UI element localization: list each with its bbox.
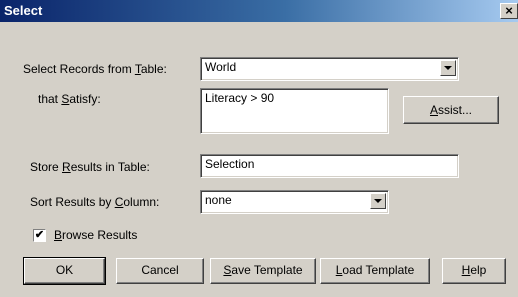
chevron-down-icon[interactable] [440,60,456,76]
title-bar[interactable]: Select × [0,0,518,22]
table-dropdown-value: World [205,60,237,74]
cancel-button[interactable]: Cancel [116,258,204,284]
chevron-down-icon[interactable] [370,193,386,209]
table-label: Select Records from Table: [23,62,167,76]
load-template-button[interactable]: Load Template [320,258,430,284]
satisfy-label: that Satisfy: [38,92,101,106]
ok-button[interactable]: OK [23,257,106,285]
condition-textarea[interactable]: Literacy > 90 [200,88,389,134]
sort-column-dropdown[interactable]: none [200,190,389,214]
help-button[interactable]: Help [442,258,506,284]
store-results-value: Selection [205,157,255,171]
browse-results-label[interactable]: Browse Results [54,228,137,242]
browse-results-checkbox[interactable]: ✔ [33,229,46,242]
close-button[interactable]: × [500,3,518,19]
sort-label: Sort Results by Column: [30,195,160,209]
table-dropdown[interactable]: World [200,57,459,81]
save-template-button[interactable]: Save Template [210,258,316,284]
dialog-title: Select [4,3,43,18]
checkmark-icon: ✔ [34,229,45,241]
store-label: Store Results in Table: [30,160,150,174]
store-results-input[interactable]: Selection [200,154,459,178]
assist-button[interactable]: Assist... [403,96,499,124]
sort-column-value: none [205,193,232,207]
condition-value: Literacy > 90 [205,91,275,105]
close-icon: × [505,3,513,18]
